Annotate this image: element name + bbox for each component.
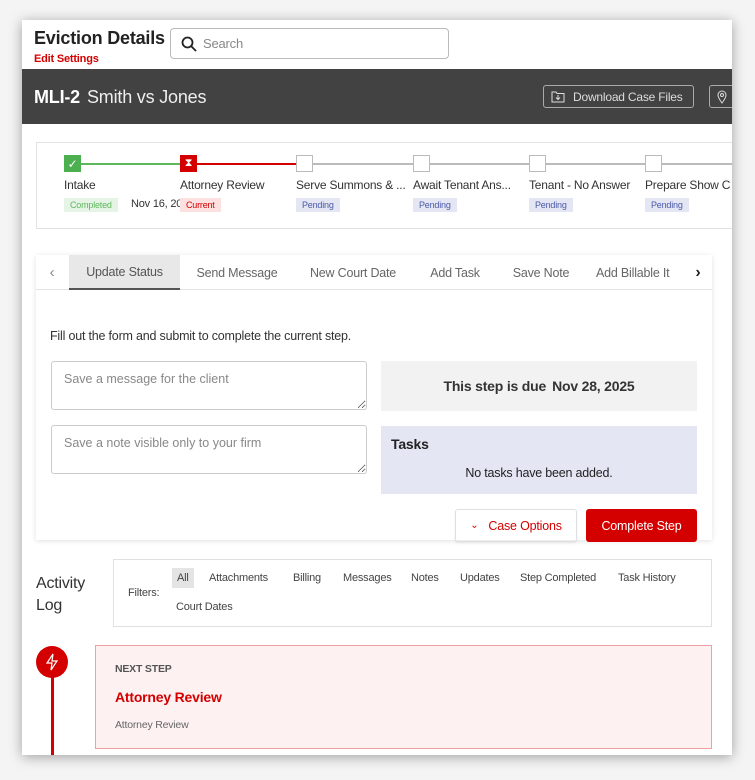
tab-update-status[interactable]: Update Status (69, 255, 180, 290)
edit-settings-link[interactable]: Edit Settings (34, 53, 99, 65)
tab-add-billable-item[interactable]: Add Billable It (596, 255, 688, 290)
page-title: Eviction Details (34, 28, 165, 48)
filter-step-completed[interactable]: Step Completed (520, 572, 596, 584)
tasks-title: Tasks (391, 436, 429, 452)
client-message-input[interactable] (51, 361, 367, 410)
action-tabs: ‹ Update Status Send Message New Court D… (36, 255, 712, 290)
search-placeholder: Search (203, 36, 243, 51)
case-id: MLI-2 (34, 87, 80, 107)
timeline-line (51, 665, 54, 755)
filters-label: Filters: (128, 587, 160, 599)
tab-add-task[interactable]: Add Task (421, 255, 489, 290)
step-label[interactable]: Prepare Show C (645, 178, 732, 192)
chevron-left-icon[interactable]: ‹ (42, 255, 62, 290)
step-label[interactable]: Intake (64, 178, 96, 192)
filter-notes[interactable]: Notes (411, 572, 439, 584)
case-bar: MLI-2 Smith vs Jones Download Case Files (22, 69, 732, 124)
chevron-right-icon[interactable]: › (688, 255, 708, 290)
tab-new-court-date[interactable]: New Court Date (302, 255, 404, 290)
step-label[interactable]: Await Tenant Ans... (413, 178, 511, 192)
activity-title-line: Log (36, 597, 63, 614)
case-options-button[interactable]: ⌄ Case Options (455, 509, 577, 542)
filter-all[interactable]: All (172, 568, 194, 588)
chevron-down-icon: ⌄ (470, 520, 479, 531)
search-icon (181, 36, 197, 52)
tab-send-message[interactable]: Send Message (188, 255, 286, 290)
step-pending-box (296, 155, 313, 172)
complete-step-button[interactable]: Complete Step (586, 509, 697, 542)
status-badge: Pending (296, 198, 340, 212)
step-connector (313, 163, 732, 165)
form-instruction: Fill out the form and submit to complete… (50, 329, 352, 343)
step-label[interactable]: Serve Summons & ... (296, 178, 406, 192)
download-label: Download Case Files (573, 89, 683, 104)
step-pending-box (645, 155, 662, 172)
filter-billing[interactable]: Billing (293, 572, 321, 584)
status-badge: Current (180, 198, 221, 212)
status-badge: Completed (64, 198, 118, 212)
status-badge: Pending (645, 198, 689, 212)
filter-attachments[interactable]: Attachments (209, 572, 268, 584)
status-badge: Pending (413, 198, 457, 212)
tasks-panel: Tasks No tasks have been added. (381, 426, 697, 494)
lightning-icon (36, 646, 68, 678)
location-button[interactable] (709, 85, 732, 108)
filter-court-dates[interactable]: Court Dates (176, 601, 233, 613)
status-badge: Pending (529, 198, 573, 212)
activity-title-line: Activity (36, 575, 86, 592)
case-options-label: Case Options (488, 518, 562, 533)
entry-kicker: NEXT STEP (115, 663, 172, 675)
tasks-empty-message: No tasks have been added. (465, 466, 613, 480)
filter-messages[interactable]: Messages (343, 572, 392, 584)
step-check-icon: ✓ (64, 155, 81, 172)
step-label[interactable]: Tenant - No Answer (529, 178, 630, 192)
step-pending-box (413, 155, 430, 172)
folder-download-icon (551, 91, 565, 102)
hourglass-icon: ⧗ (180, 155, 197, 172)
entry-subtitle: Attorney Review (115, 719, 189, 731)
step-pending-box (529, 155, 546, 172)
download-case-files-button[interactable]: Download Case Files (543, 85, 694, 108)
activity-entry: NEXT STEP Attorney Review Attorney Revie… (95, 645, 712, 749)
activity-log-title: Activity Log (36, 573, 85, 617)
due-label: This step is due (443, 378, 547, 394)
filter-updates[interactable]: Updates (460, 572, 500, 584)
case-name: Smith vs Jones (87, 87, 207, 107)
case-stepper: ✓ ⧗ Intake Attorney Review Serve Summons… (36, 142, 732, 229)
step-date: Nov 16, 202 (131, 198, 180, 210)
step-label[interactable]: Attorney Review (180, 178, 265, 192)
activity-filters: Filters: All Attachments Billing Message… (113, 559, 712, 627)
due-date-box: This step is due Nov 28, 2025 (381, 361, 697, 411)
due-date: Nov 28, 2025 (552, 378, 635, 394)
firm-note-input[interactable] (51, 425, 367, 474)
tab-save-note[interactable]: Save Note (504, 255, 578, 290)
filter-task-history[interactable]: Task History (618, 572, 676, 584)
app-window: Eviction Details Edit Settings Search ML… (22, 20, 732, 755)
search-input[interactable]: Search (170, 28, 449, 59)
entry-title[interactable]: Attorney Review (115, 689, 222, 705)
map-pin-icon (717, 90, 727, 104)
action-card: ‹ Update Status Send Message New Court D… (36, 255, 712, 542)
